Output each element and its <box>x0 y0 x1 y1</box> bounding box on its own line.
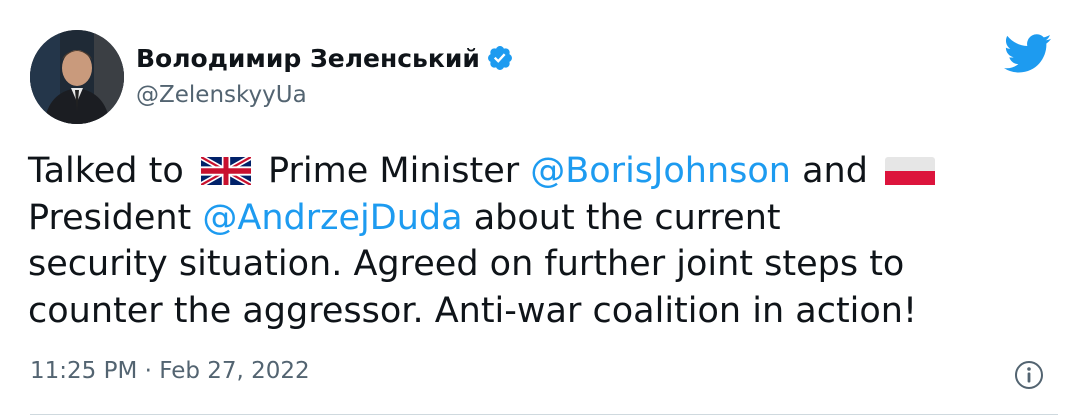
poland-flag-icon <box>885 151 936 185</box>
avatar[interactable] <box>30 30 124 124</box>
tweet-text-segment: President <box>28 197 203 238</box>
twitter-bird-icon[interactable] <box>1004 34 1052 74</box>
divider <box>30 414 1058 415</box>
tweet-text-line-3: security situation. Agreed on further jo… <box>28 244 905 284</box>
tweet-text: Talked to Prime Minister @BorisJohnson a… <box>28 148 1068 334</box>
mention-link-borisjohnson[interactable]: @BorisJohnson <box>530 151 791 191</box>
tweet-card: Володимир Зеленський @ZelenskyyUa Talked… <box>0 0 1088 420</box>
tweet-timestamp[interactable]: 11:25 PM · Feb 27, 2022 <box>30 358 310 384</box>
uk-flag-icon <box>199 151 253 188</box>
info-icon[interactable] <box>1014 360 1044 390</box>
tweet-text-line-1: Talked to Prime Minister @BorisJohnson a… <box>28 148 1068 195</box>
author-handle[interactable]: @ZelenskyyUa <box>136 82 307 108</box>
author-name-row: Володимир Зеленський <box>136 40 514 76</box>
profile-photo <box>30 30 124 124</box>
tweet-text-line-4: counter the aggressor. Anti-war coalitio… <box>28 290 918 331</box>
tweet-text-line-2: President @AndrzejDuda about the current <box>28 195 1068 242</box>
tweet-text-segment: about the current <box>462 197 781 238</box>
verified-badge-icon <box>486 44 514 72</box>
author-display-name[interactable]: Володимир Зеленський <box>136 44 480 73</box>
mention-link-andrzejduda[interactable]: @AndrzejDuda <box>202 198 462 238</box>
tweet-text-segment: Prime Minister <box>256 151 531 191</box>
tweet-text-segment: and <box>790 151 880 191</box>
tweet-text-segment: Talked to <box>28 151 195 191</box>
